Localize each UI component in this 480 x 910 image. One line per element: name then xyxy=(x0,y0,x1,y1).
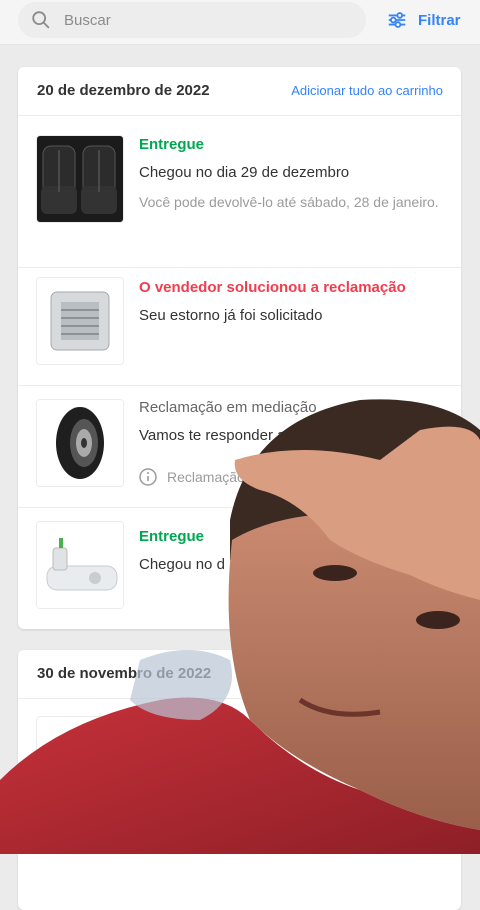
order-card: 20 de dezembro de 2022 Adicionar tudo ao… xyxy=(18,67,461,629)
product-image-mini-air-cooler xyxy=(36,277,124,365)
status-label: Entregue xyxy=(139,136,205,153)
order-date: 30 de novembro de 2022 xyxy=(37,665,212,682)
filter-icon xyxy=(388,12,406,28)
delivery-line: Chegou no d xyxy=(139,747,225,764)
status-label: Entregue xyxy=(139,528,205,545)
search-bar[interactable] xyxy=(18,2,366,38)
order-card-header: 30 de novembro de 2022 xyxy=(18,650,461,699)
add-all-to-cart-link[interactable]: Adicionar tudo ao carrinho xyxy=(291,83,443,98)
top-bar: Filtrar xyxy=(0,0,480,45)
return-note: Você pode devolvê-lo até sábado, 28 de j… xyxy=(139,194,439,210)
order-item[interactable]: Entregue Chegou no d xyxy=(18,698,461,838)
search-icon xyxy=(32,11,50,29)
delivery-line: Chegou no d xyxy=(139,556,225,573)
order-item[interactable]: Entregue Chegou no dia 29 de dezembro Vo… xyxy=(18,115,461,268)
order-card-header: 20 de dezembro de 2022 Adicionar tudo ao… xyxy=(18,67,461,116)
claim-note: Reclamação d xyxy=(167,469,257,485)
order-item[interactable]: Entregue Chegou no d xyxy=(18,507,461,629)
order-date: 20 de dezembro de 2022 xyxy=(37,82,210,99)
delivery-line: Chegou no dia 29 de dezembro xyxy=(139,164,350,181)
filter-label: Filtrar xyxy=(418,11,461,29)
mediation-line: Vamos te responder até xyxy=(139,427,298,444)
filter-button[interactable]: Filtrar xyxy=(386,6,461,34)
order-card: 30 de novembro de 2022 Entregue Chegou n… xyxy=(18,650,461,910)
status-label: Reclamação em mediação xyxy=(139,399,317,416)
order-item[interactable]: O vendedor solucionou a reclamação Seu e… xyxy=(18,267,461,386)
info-icon xyxy=(139,468,157,486)
search-input[interactable] xyxy=(62,10,346,30)
order-item[interactable]: Reclamação em mediação Vamos te responde… xyxy=(18,385,461,508)
product-image-child-booster-seat xyxy=(36,716,124,804)
refund-line: Seu estorno já foi solicitado xyxy=(139,307,323,324)
status-label: O vendedor solucionou a reclamação xyxy=(139,279,406,296)
product-image-car-seat-covers xyxy=(36,135,124,223)
product-image-usb-humidifier xyxy=(36,521,124,609)
status-label: Entregue xyxy=(139,719,205,736)
product-image-tire xyxy=(36,399,124,487)
